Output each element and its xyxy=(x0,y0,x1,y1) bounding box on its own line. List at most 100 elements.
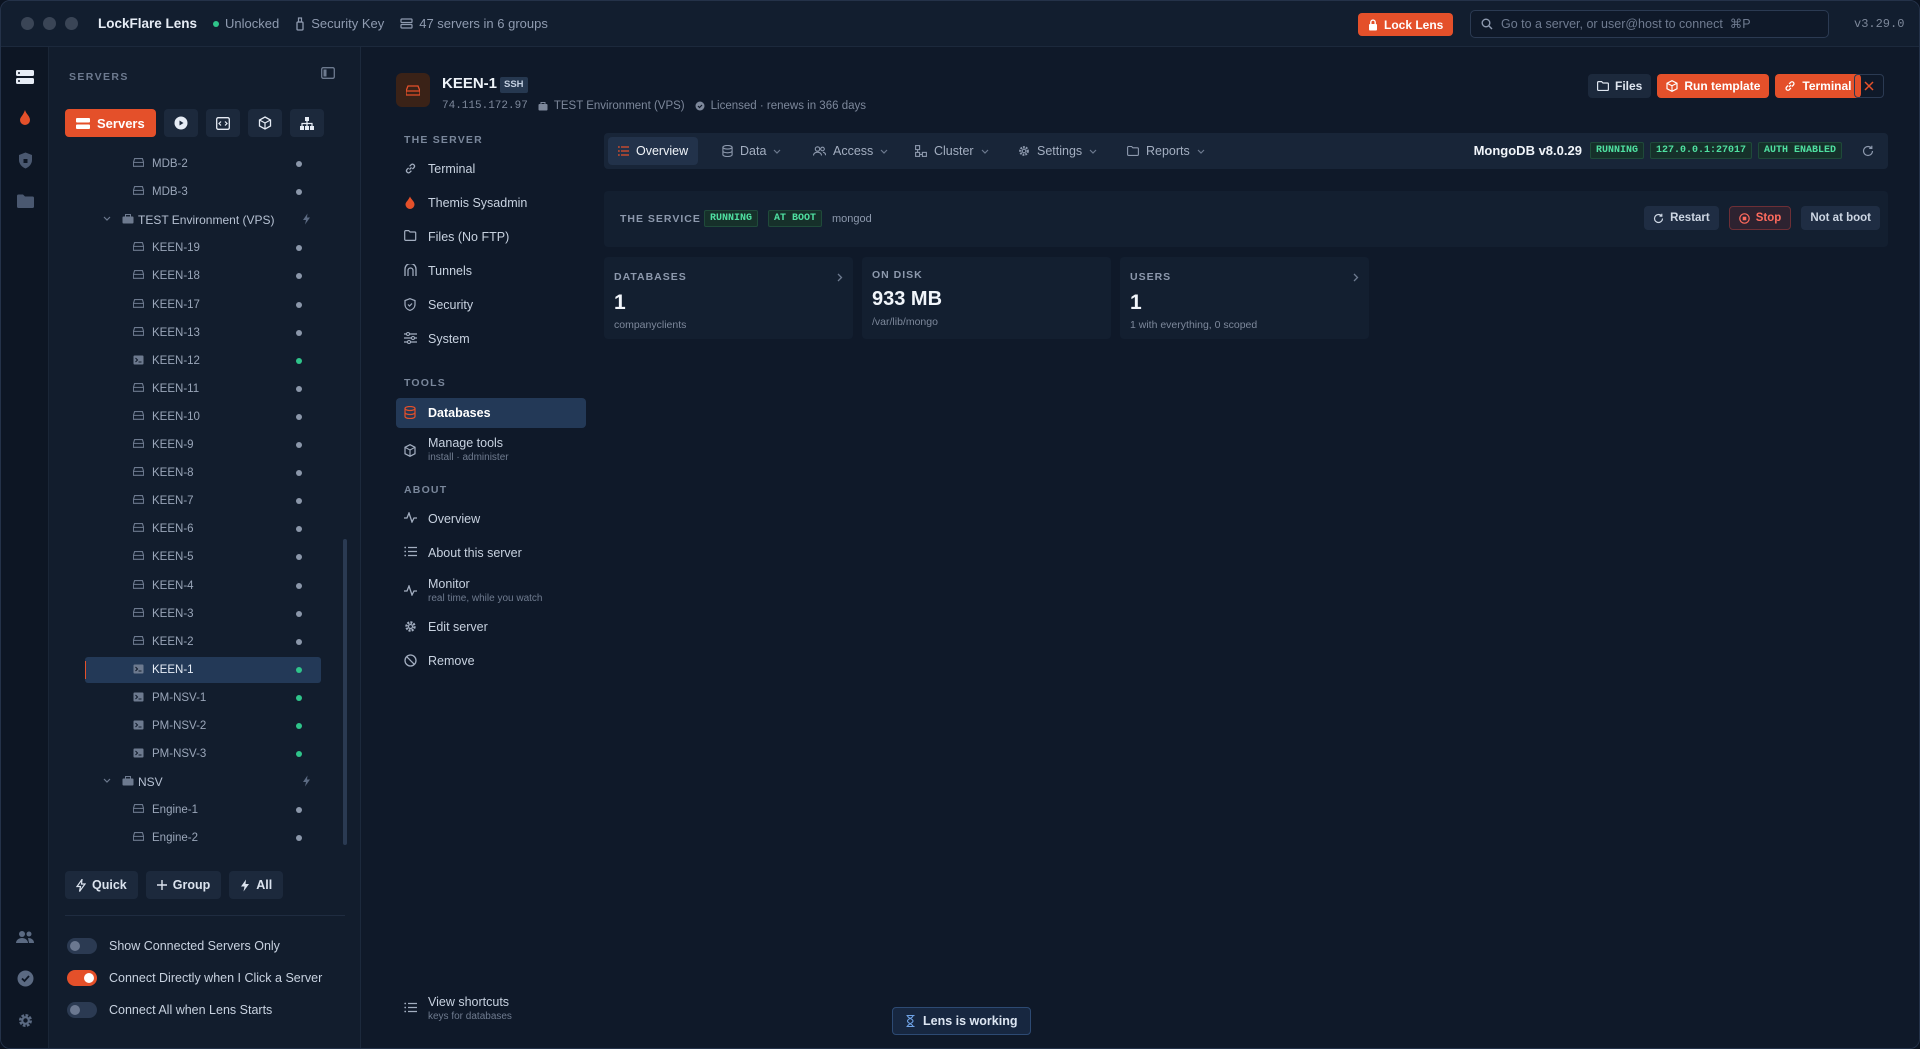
minimize-window-button[interactable] xyxy=(43,17,56,30)
tree-server-keen-6[interactable]: KEEN-6 xyxy=(85,516,321,542)
nav-item-tunnels[interactable]: Tunnels xyxy=(396,257,586,285)
hard-drive-icon xyxy=(133,804,144,813)
zoom-window-button[interactable] xyxy=(65,17,78,30)
users-card-title: USERS xyxy=(1130,271,1172,283)
servers-view-button[interactable]: Servers xyxy=(65,109,156,137)
app-version: v3.29.0 xyxy=(1854,17,1905,31)
tree-server-keen-2[interactable]: KEEN-2 xyxy=(85,629,321,655)
code-view-button[interactable] xyxy=(205,109,240,137)
tree-server-pm-nsv-2[interactable]: PM-NSV-2 xyxy=(85,713,321,739)
packages-view-button[interactable] xyxy=(247,109,282,137)
nav-item-manage-tools[interactable]: Manage tools install · administer xyxy=(396,432,586,468)
badge-check-icon xyxy=(17,970,33,986)
tree-server-keen-4[interactable]: KEEN-4 xyxy=(85,573,321,599)
hard-drive-icon xyxy=(133,299,144,308)
toggle-connect-all-start[interactable]: Connect All when Lens Starts xyxy=(67,1002,272,1018)
tab-cluster[interactable]: Cluster xyxy=(905,137,999,165)
refresh-icon[interactable] xyxy=(1862,145,1874,157)
toggle-connect-directly[interactable]: Connect Directly when I Click a Server xyxy=(67,970,322,986)
themis-rail-button[interactable] xyxy=(13,106,37,130)
tree-server-keen-7[interactable]: KEEN-7 xyxy=(85,488,321,514)
tree-scrollbar[interactable] xyxy=(343,539,347,845)
tree-server-keen-11[interactable]: KEEN-11 xyxy=(85,376,321,402)
tab-reports[interactable]: Reports xyxy=(1117,137,1215,165)
nav-label-manage-tools: Manage tools xyxy=(428,436,504,450)
verified-rail-button[interactable] xyxy=(13,966,37,990)
connect-all-button[interactable]: All xyxy=(229,871,284,899)
nav-item-security[interactable]: Security xyxy=(396,291,586,319)
nav-item-files[interactable]: Files (No FTP) xyxy=(396,223,586,251)
tree-server-keen-10[interactable]: KEEN-10 xyxy=(85,404,321,430)
show-connected-toggle[interactable] xyxy=(67,938,97,954)
tree-server-pm-nsv-1[interactable]: PM-NSV-1 xyxy=(85,685,321,711)
nav-item-themis-sysadmin[interactable]: Themis Sysadmin xyxy=(396,189,586,217)
status-dot-icon xyxy=(296,554,302,560)
chevron-down-icon[interactable] xyxy=(103,778,111,783)
tree-server-keen-1[interactable]: KEEN-1 xyxy=(85,657,321,683)
search-bar[interactable] xyxy=(1470,10,1829,38)
collapse-sidebar-button[interactable] xyxy=(321,67,335,79)
bolt-icon[interactable] xyxy=(302,213,311,225)
tab-overview[interactable]: Overview xyxy=(608,137,699,165)
tree-server-keen-3[interactable]: KEEN-3 xyxy=(85,601,321,627)
tree-server-engine-1[interactable]: Engine-1 xyxy=(85,797,321,823)
status-dot-icon xyxy=(296,498,302,504)
nav-item-overview[interactable]: Overview xyxy=(396,505,586,533)
users-card[interactable]: USERS 1 1 with everything, 0 scoped xyxy=(1120,257,1369,339)
close-server-button[interactable] xyxy=(1854,74,1884,98)
topology-view-button[interactable] xyxy=(289,109,324,137)
tree-server-keen-12[interactable]: KEEN-12 xyxy=(85,348,321,374)
add-group-button[interactable]: Group xyxy=(145,871,222,899)
connect-directly-toggle[interactable] xyxy=(67,970,97,986)
nav-item-edit-server[interactable]: Edit server xyxy=(396,613,586,641)
tab-data[interactable]: Data xyxy=(712,137,791,165)
tree-server-keen-18[interactable]: KEEN-18 xyxy=(85,263,321,289)
stop-button[interactable]: Stop xyxy=(1728,206,1792,230)
security-key-indicator[interactable]: Security Key xyxy=(295,16,384,31)
tab-access[interactable]: Access xyxy=(803,137,898,165)
nav-item-about-server[interactable]: About this server xyxy=(396,539,586,567)
team-rail-button[interactable] xyxy=(13,925,37,949)
nav-item-databases[interactable]: Databases xyxy=(396,398,586,428)
nav-item-monitor[interactable]: Monitor real time, while you watch xyxy=(396,573,586,609)
tree-server-keen-5[interactable]: KEEN-5 xyxy=(85,544,321,570)
chevron-down-icon[interactable] xyxy=(103,216,111,221)
tree-server-mdb-2[interactable]: MDB-2 xyxy=(85,151,321,177)
tree-server-keen-9[interactable]: KEEN-9 xyxy=(85,432,321,458)
tab-label-cluster: Cluster xyxy=(934,144,974,158)
run-template-button[interactable]: Run template xyxy=(1657,74,1770,98)
not-at-boot-button[interactable]: Not at boot xyxy=(1801,206,1880,230)
lock-lens-button[interactable]: Lock Lens xyxy=(1358,13,1454,36)
on-disk-card-title: ON DISK xyxy=(872,269,923,281)
nav-item-remove[interactable]: Remove xyxy=(396,647,586,675)
toggle-show-connected[interactable]: Show Connected Servers Only xyxy=(67,938,280,954)
tree-server-keen-13[interactable]: KEEN-13 xyxy=(85,320,321,346)
tree-server-keen-19[interactable]: KEEN-19 xyxy=(85,235,321,261)
restart-button[interactable]: Restart xyxy=(1644,206,1719,230)
bolt-icon[interactable] xyxy=(302,775,311,787)
nav-item-terminal[interactable]: Terminal xyxy=(396,155,586,183)
quick-connect-button[interactable]: Quick xyxy=(65,871,138,899)
network-tree-icon xyxy=(299,116,314,130)
tree-server-engine-2[interactable]: Engine-2 xyxy=(85,825,321,851)
nav-item-view-shortcuts[interactable]: View shortcuts keys for databases xyxy=(396,991,586,1025)
settings-rail-button[interactable] xyxy=(13,1008,37,1032)
search-input[interactable] xyxy=(1501,17,1801,31)
files-rail-button[interactable] xyxy=(13,189,37,213)
tree-server-mdb-3[interactable]: MDB-3 xyxy=(85,179,321,205)
connect-all-start-toggle[interactable] xyxy=(67,1002,97,1018)
close-window-button[interactable] xyxy=(21,17,34,30)
files-button[interactable]: Files xyxy=(1588,74,1652,98)
servers-rail-button[interactable] xyxy=(13,65,37,89)
security-rail-button[interactable] xyxy=(13,148,37,172)
play-view-button[interactable] xyxy=(163,109,198,137)
tree-group-nsv[interactable]: NSV xyxy=(85,769,321,795)
nav-item-system[interactable]: System xyxy=(396,325,586,353)
databases-card[interactable]: DATABASES 1 companyclients xyxy=(604,257,853,339)
tree-server-keen-8[interactable]: KEEN-8 xyxy=(85,460,321,486)
terminal-button[interactable]: Terminal xyxy=(1775,74,1861,98)
tree-server-keen-17[interactable]: KEEN-17 xyxy=(85,292,321,318)
tree-group-test-environment-vps[interactable]: TEST Environment (VPS) xyxy=(85,207,321,233)
tree-server-pm-nsv-3[interactable]: PM-NSV-3 xyxy=(85,741,321,767)
tab-settings[interactable]: Settings xyxy=(1008,137,1107,165)
